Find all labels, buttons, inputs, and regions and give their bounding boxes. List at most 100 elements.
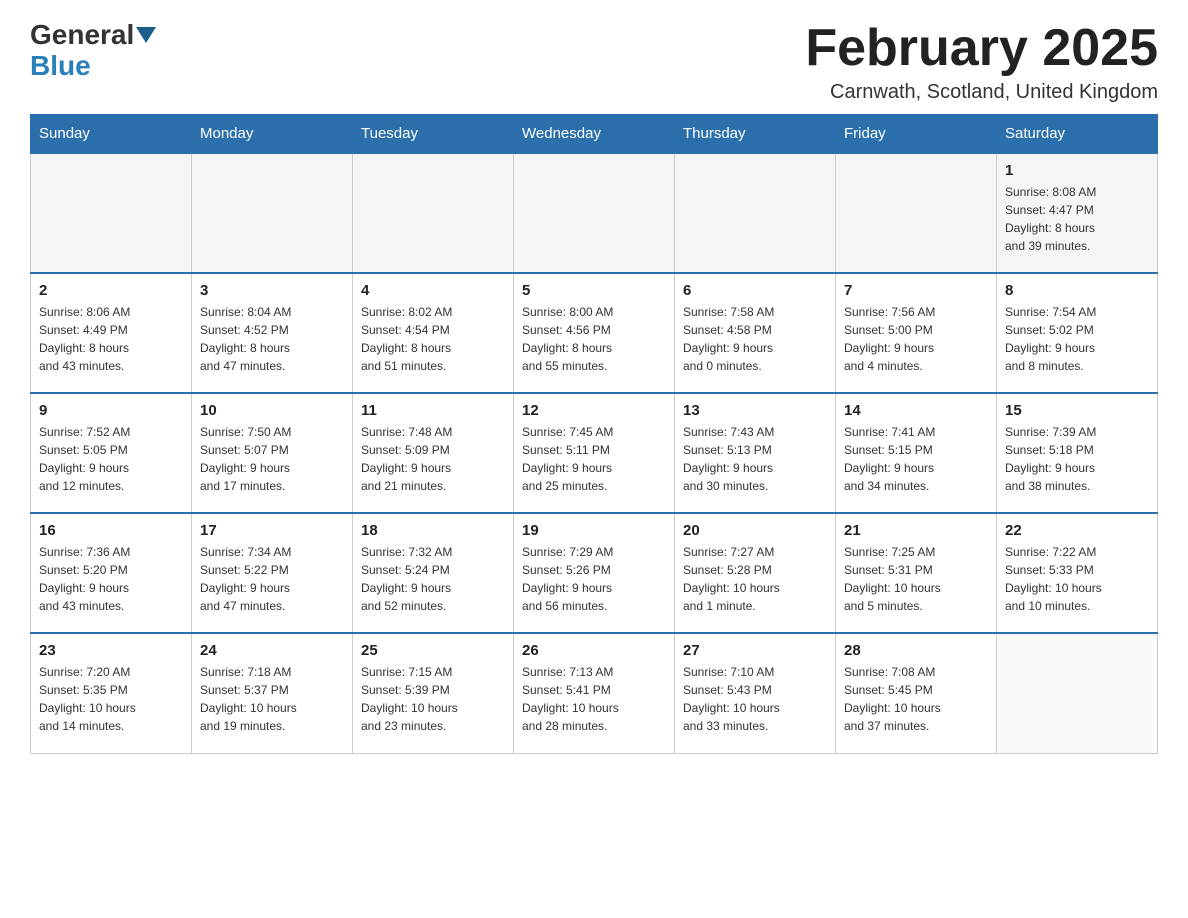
day-number: 10	[200, 402, 344, 419]
day-info: Sunrise: 7:56 AMSunset: 5:00 PMDaylight:…	[844, 303, 988, 375]
day-info: Sunrise: 7:13 AMSunset: 5:41 PMDaylight:…	[522, 663, 666, 735]
day-info: Sunrise: 7:18 AMSunset: 5:37 PMDaylight:…	[200, 663, 344, 735]
day-info: Sunrise: 7:22 AMSunset: 5:33 PMDaylight:…	[1005, 543, 1149, 615]
day-info: Sunrise: 7:36 AMSunset: 5:20 PMDaylight:…	[39, 543, 183, 615]
weekday-header-friday: Friday	[836, 115, 997, 154]
calendar-day-cell: 4 Sunrise: 8:02 AMSunset: 4:54 PMDaylight…	[353, 273, 514, 393]
day-number: 13	[683, 402, 827, 419]
calendar-day-cell: 22 Sunrise: 7:22 AMSunset: 5:33 PMDayligh…	[997, 513, 1158, 633]
day-number: 25	[361, 642, 505, 659]
calendar-day-cell: 19 Sunrise: 7:29 AMSunset: 5:26 PMDayligh…	[514, 513, 675, 633]
day-info: Sunrise: 7:58 AMSunset: 4:58 PMDaylight:…	[683, 303, 827, 375]
logo-text-general: General	[30, 20, 134, 51]
day-info: Sunrise: 7:45 AMSunset: 5:11 PMDaylight:…	[522, 423, 666, 495]
page-header: General Blue February 2025 Carnwath, Sco…	[30, 20, 1158, 104]
day-info: Sunrise: 7:43 AMSunset: 5:13 PMDaylight:…	[683, 423, 827, 495]
calendar-day-cell: 18Sunrise: 7:32 AMSunset: 5:24 PMDayligh…	[353, 513, 514, 633]
day-number: 19	[522, 522, 666, 539]
day-info: Sunrise: 7:34 AMSunset: 5:22 PMDaylight:…	[200, 543, 344, 615]
calendar-day-cell	[192, 153, 353, 273]
calendar-day-cell	[997, 633, 1158, 753]
calendar-week-row: 2Sunrise: 8:06 AMSunset: 4:49 PMDaylight…	[31, 273, 1158, 393]
calendar-day-cell: 11 Sunrise: 7:48 AMSunset: 5:09 PMDayligh…	[353, 393, 514, 513]
day-info: Sunrise: 7:20 AMSunset: 5:35 PMDaylight:…	[39, 663, 183, 735]
weekday-header-sunday: Sunday	[31, 115, 192, 154]
calendar-day-cell: 5 Sunrise: 8:00 AMSunset: 4:56 PMDaylight…	[514, 273, 675, 393]
logo-text-blue: Blue	[30, 51, 91, 82]
calendar-day-cell: 10 Sunrise: 7:50 AMSunset: 5:07 PMDayligh…	[192, 393, 353, 513]
day-info: Sunrise: 8:06 AMSunset: 4:49 PMDaylight:…	[39, 303, 183, 375]
day-info: Sunrise: 7:41 AMSunset: 5:15 PMDaylight:…	[844, 423, 988, 495]
weekday-header-tuesday: Tuesday	[353, 115, 514, 154]
calendar-table: SundayMondayTuesdayWednesdayThursdayFrid…	[30, 114, 1158, 754]
calendar-day-cell: 13 Sunrise: 7:43 AMSunset: 5:13 PMDayligh…	[675, 393, 836, 513]
day-info: Sunrise: 8:04 AMSunset: 4:52 PMDaylight:…	[200, 303, 344, 375]
day-number: 26	[522, 642, 666, 659]
day-info: Sunrise: 7:08 AMSunset: 5:45 PMDaylight:…	[844, 663, 988, 735]
calendar-week-row: 9 Sunrise: 7:52 AMSunset: 5:05 PMDaylight…	[31, 393, 1158, 513]
day-info: Sunrise: 7:15 AMSunset: 5:39 PMDaylight:…	[361, 663, 505, 735]
weekday-header-wednesday: Wednesday	[514, 115, 675, 154]
day-info: Sunrise: 7:39 AMSunset: 5:18 PMDaylight:…	[1005, 423, 1149, 495]
day-number: 9	[39, 402, 183, 419]
day-number: 4	[361, 282, 505, 299]
calendar-day-cell: 1Sunrise: 8:08 AMSunset: 4:47 PMDaylight…	[997, 153, 1158, 273]
day-info: Sunrise: 8:00 AMSunset: 4:56 PMDaylight:…	[522, 303, 666, 375]
calendar-day-cell: 20Sunrise: 7:27 AMSunset: 5:28 PMDayligh…	[675, 513, 836, 633]
day-number: 16	[39, 522, 183, 539]
day-number: 28	[844, 642, 988, 659]
day-info: Sunrise: 7:54 AMSunset: 5:02 PMDaylight:…	[1005, 303, 1149, 375]
day-number: 5	[522, 282, 666, 299]
calendar-day-cell: 24 Sunrise: 7:18 AMSunset: 5:37 PMDayligh…	[192, 633, 353, 753]
day-number: 15	[1005, 402, 1149, 419]
day-number: 3	[200, 282, 344, 299]
calendar-day-cell: 16 Sunrise: 7:36 AMSunset: 5:20 PMDayligh…	[31, 513, 192, 633]
day-info: Sunrise: 7:48 AMSunset: 5:09 PMDaylight:…	[361, 423, 505, 495]
day-number: 11	[361, 402, 505, 419]
day-info: Sunrise: 7:29 AMSunset: 5:26 PMDaylight:…	[522, 543, 666, 615]
calendar-day-cell	[836, 153, 997, 273]
weekday-header-row: SundayMondayTuesdayWednesdayThursdayFrid…	[31, 115, 1158, 154]
calendar-day-cell	[31, 153, 192, 273]
calendar-day-cell: 17 Sunrise: 7:34 AMSunset: 5:22 PMDayligh…	[192, 513, 353, 633]
day-number: 24	[200, 642, 344, 659]
day-number: 8	[1005, 282, 1149, 299]
calendar-day-cell: 9 Sunrise: 7:52 AMSunset: 5:05 PMDaylight…	[31, 393, 192, 513]
calendar-day-cell: 2Sunrise: 8:06 AMSunset: 4:49 PMDaylight…	[31, 273, 192, 393]
calendar-week-row: 1Sunrise: 8:08 AMSunset: 4:47 PMDaylight…	[31, 153, 1158, 273]
weekday-header-saturday: Saturday	[997, 115, 1158, 154]
calendar-day-cell: 21 Sunrise: 7:25 AMSunset: 5:31 PMDayligh…	[836, 513, 997, 633]
day-number: 21	[844, 522, 988, 539]
day-info: Sunrise: 7:52 AMSunset: 5:05 PMDaylight:…	[39, 423, 183, 495]
calendar-day-cell: 7 Sunrise: 7:56 AMSunset: 5:00 PMDaylight…	[836, 273, 997, 393]
calendar-day-cell	[353, 153, 514, 273]
logo: General Blue	[30, 20, 156, 82]
calendar-day-cell: 8 Sunrise: 7:54 AMSunset: 5:02 PMDaylight…	[997, 273, 1158, 393]
calendar-day-cell: 3 Sunrise: 8:04 AMSunset: 4:52 PMDaylight…	[192, 273, 353, 393]
calendar-week-row: 23 Sunrise: 7:20 AMSunset: 5:35 PMDayligh…	[31, 633, 1158, 753]
calendar-week-row: 16 Sunrise: 7:36 AMSunset: 5:20 PMDayligh…	[31, 513, 1158, 633]
calendar-day-cell: 12 Sunrise: 7:45 AMSunset: 5:11 PMDayligh…	[514, 393, 675, 513]
calendar-day-cell	[675, 153, 836, 273]
day-info: Sunrise: 8:02 AMSunset: 4:54 PMDaylight:…	[361, 303, 505, 375]
day-number: 22	[1005, 522, 1149, 539]
calendar-day-cell: 23 Sunrise: 7:20 AMSunset: 5:35 PMDayligh…	[31, 633, 192, 753]
day-number: 7	[844, 282, 988, 299]
day-info: Sunrise: 7:10 AMSunset: 5:43 PMDaylight:…	[683, 663, 827, 735]
day-info: Sunrise: 7:25 AMSunset: 5:31 PMDaylight:…	[844, 543, 988, 615]
calendar-day-cell: 26 Sunrise: 7:13 AMSunset: 5:41 PMDayligh…	[514, 633, 675, 753]
calendar-day-cell	[514, 153, 675, 273]
day-info: Sunrise: 7:50 AMSunset: 5:07 PMDaylight:…	[200, 423, 344, 495]
weekday-header-thursday: Thursday	[675, 115, 836, 154]
day-number: 23	[39, 642, 183, 659]
day-number: 17	[200, 522, 344, 539]
day-number: 14	[844, 402, 988, 419]
calendar-day-cell: 27Sunrise: 7:10 AMSunset: 5:43 PMDayligh…	[675, 633, 836, 753]
title-section: February 2025 Carnwath, Scotland, United…	[805, 20, 1158, 104]
day-number: 6	[683, 282, 827, 299]
calendar-day-cell: 25 Sunrise: 7:15 AMSunset: 5:39 PMDayligh…	[353, 633, 514, 753]
day-number: 12	[522, 402, 666, 419]
day-number: 18	[361, 522, 505, 539]
calendar-day-cell: 6 Sunrise: 7:58 AMSunset: 4:58 PMDaylight…	[675, 273, 836, 393]
logo-triangle-icon	[136, 27, 156, 43]
